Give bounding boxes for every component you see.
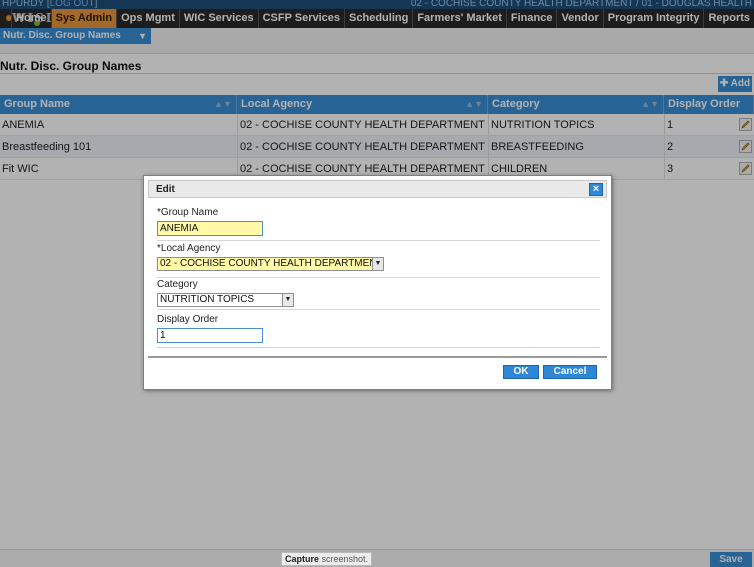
group-name-field: *Group Name ANEMIA: [157, 207, 600, 242]
field-divider: [157, 309, 600, 310]
category-label: Category: [157, 279, 198, 290]
local-agency-label: *Local Agency: [157, 243, 221, 254]
dialog-footer-divider: [148, 356, 607, 358]
tooltip-bold-text: Capture: [285, 554, 320, 564]
category-field: Category NUTRITION TOPICS ▼: [157, 279, 600, 311]
local-agency-select[interactable]: 02 - COCHISE COUNTY HEALTH DEPARTMENT ▼: [157, 257, 384, 271]
capture-tooltip: Capture screenshot.: [281, 552, 373, 566]
group-name-label: *Group Name: [157, 207, 219, 218]
display-order-field: Display Order 1: [157, 314, 600, 348]
cancel-button[interactable]: Cancel: [543, 365, 597, 379]
category-select[interactable]: NUTRITION TOPICS ▼: [157, 293, 294, 307]
field-divider: [157, 347, 600, 348]
close-icon[interactable]: ×: [589, 183, 603, 196]
group-name-input[interactable]: ANEMIA: [157, 221, 263, 236]
display-order-input[interactable]: 1: [157, 328, 263, 343]
chevron-down-icon: ▼: [372, 258, 383, 270]
category-select-value: NUTRITION TOPICS: [160, 294, 255, 305]
local-agency-field: *Local Agency 02 - COCHISE COUNTY HEALTH…: [157, 243, 600, 279]
ok-button[interactable]: OK: [503, 365, 539, 379]
edit-dialog: Edit × *Group Name ANEMIA *Local Agency …: [143, 175, 612, 390]
local-agency-select-value: 02 - COCHISE COUNTY HEALTH DEPARTMENT: [160, 258, 383, 269]
field-divider: [157, 240, 600, 241]
dialog-header: Edit ×: [148, 180, 607, 198]
chevron-down-icon: ▼: [282, 294, 293, 306]
tooltip-text: screenshot.: [319, 554, 369, 564]
dialog-title: Edit: [156, 184, 175, 195]
display-order-label: Display Order: [157, 314, 219, 325]
field-divider: [157, 277, 600, 278]
